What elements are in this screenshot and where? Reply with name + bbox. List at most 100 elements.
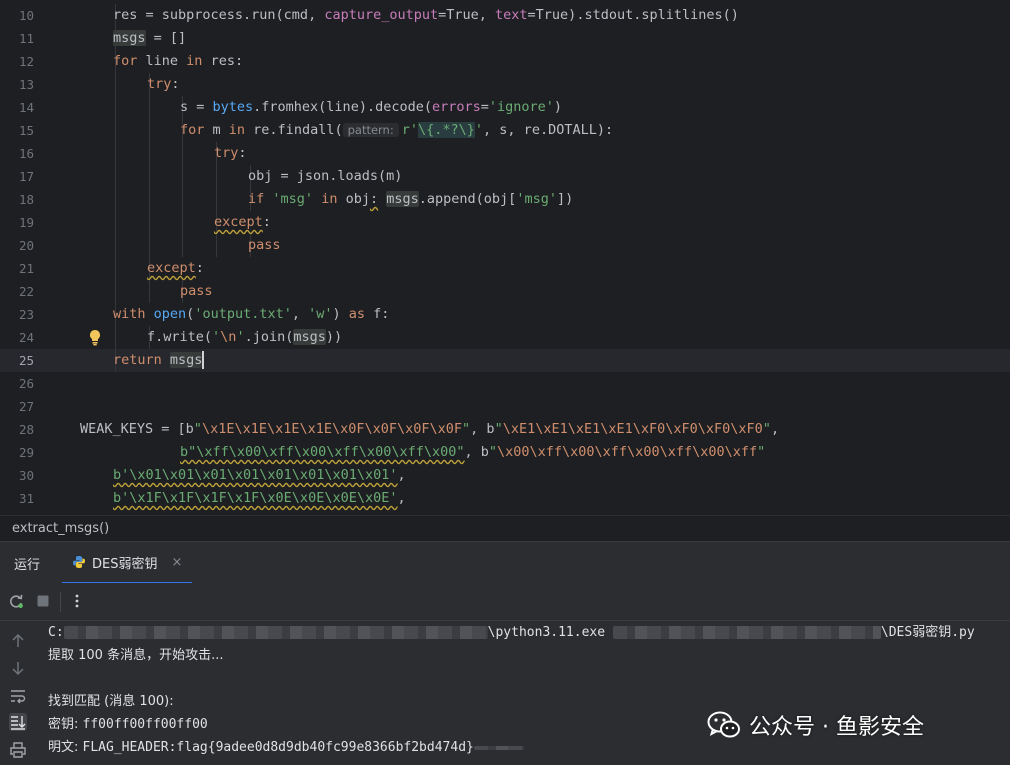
code-line[interactable]: 12 for line in res:: [0, 50, 1010, 73]
indent-guide: [115, 280, 116, 303]
code-token: obj: [337, 191, 370, 207]
code-token: WEAK_KEYS = [b: [80, 421, 194, 437]
line-number: 25: [18, 353, 34, 368]
code-text: if 'msg' in obj: msgs.append(obj['msg']): [248, 188, 573, 211]
code-line[interactable]: 11 msgs = []: [0, 27, 1010, 50]
indent-guide: [115, 73, 116, 96]
soft-wrap-icon[interactable]: [9, 687, 27, 705]
console-line: 找到匹配 (消息 100):: [48, 694, 174, 709]
code-token: 'msg': [516, 191, 557, 207]
code-line[interactable]: 27: [0, 395, 1010, 418]
code-line[interactable]: 15 for m in re.findall(pattern: r'\{.*?\}'…: [0, 119, 1010, 142]
code-line[interactable]: 10 res = subprocess.run(cmd, capture_outp…: [0, 4, 1010, 27]
line-number: 23: [18, 307, 34, 322]
redacted-fragment: [473, 745, 524, 750]
line-number: 20: [18, 238, 34, 253]
code-token: ,: [397, 467, 406, 483]
code-token: ": [757, 444, 766, 460]
code-line[interactable]: 26: [0, 372, 1010, 395]
code-token: \x1E\x1E\x1E\x1E\x0F\x0F\x0F\x0F: [201, 421, 463, 437]
code-line[interactable]: 23 with open('output.txt', 'w') as f:: [0, 303, 1010, 326]
code-token: in: [321, 191, 338, 207]
indent-guide: [115, 257, 116, 280]
line-number: 15: [18, 123, 34, 138]
code-token: f.write(: [147, 329, 213, 345]
indent-guide: [149, 188, 150, 211]
indent-guide: [182, 188, 183, 211]
code-line[interactable]: 25 return msgs: [0, 349, 1010, 372]
code-line[interactable]: 24 f.write('\n'.join(msgs)): [0, 326, 1010, 349]
code-token: , b: [464, 444, 489, 460]
more-options-icon[interactable]: [68, 592, 86, 610]
console-output[interactable]: C: \python3.11.exe \DES弱密钥.py 提取 100 条消息，…: [36, 621, 1010, 765]
indent-guide: [115, 211, 116, 234]
line-number: 17: [18, 169, 34, 184]
code-token: ': [212, 329, 221, 345]
tab-label: DES弱密钥: [92, 556, 158, 572]
code-token: :: [195, 260, 204, 276]
code-line[interactable]: 18 if 'msg' in obj: msgs.append(obj['msg'…: [0, 188, 1010, 211]
code-text: obj = json.loads(m): [248, 165, 402, 188]
line-number: 21: [18, 261, 34, 276]
run-toolbar: [0, 583, 1010, 621]
code-line[interactable]: 14 s = bytes.fromhex(line).decode(errors=…: [0, 96, 1010, 119]
code-line[interactable]: 28 WEAK_KEYS = [b"\x1E\x1E\x1E\x1E\x0F\x0…: [0, 418, 1010, 441]
print-icon[interactable]: [9, 741, 27, 759]
code-text: s = bytes.fromhex(line).decode(errors='i…: [180, 96, 562, 119]
code-line[interactable]: 21 except:: [0, 257, 1010, 280]
lightbulb-icon[interactable]: [88, 329, 102, 346]
code-text: pass: [248, 234, 281, 257]
code-token: ": [494, 421, 503, 437]
rerun-icon[interactable]: [7, 592, 25, 610]
python-icon: [73, 556, 85, 568]
console-line: 明文: FLAG_HEADER:flag{9adee0d8d9db40fc99e…: [48, 737, 524, 759]
code-token: ": [193, 421, 202, 437]
code-line[interactable]: 16 try:: [0, 142, 1010, 165]
code-token: bytes: [212, 99, 254, 115]
code-token: res:: [202, 53, 244, 69]
code-line[interactable]: 13 try:: [0, 73, 1010, 96]
code-line[interactable]: 31 b'\x1F\x1F\x1F\x1F\x0E\x0E\x0E\x0E',: [0, 487, 1010, 510]
code-line[interactable]: 29 b"\xff\x00\xff\x00\xff\x00\xff\x00", b…: [0, 441, 1010, 464]
code-text: with open('output.txt', 'w') as f:: [113, 303, 389, 326]
code-token: .join(: [244, 329, 294, 345]
scroll-to-end-icon[interactable]: [9, 713, 27, 731]
code-token: try: [214, 145, 239, 161]
run-tool-window-header: 运行 DES弱密钥 ×: [0, 541, 1010, 584]
line-number: 28: [18, 422, 34, 437]
code-token: , b: [470, 421, 495, 437]
indent-guide: [149, 119, 150, 142]
redacted-path: [63, 626, 488, 639]
indent-guide: [149, 211, 150, 234]
close-icon[interactable]: ×: [171, 555, 182, 570]
code-token: 'output.txt': [194, 306, 292, 322]
breadcrumb[interactable]: extract_msgs(): [0, 515, 1010, 541]
code-token: b'\x1F\x1F\x1F\x1F\x0E\x0E\x0E\x0E': [113, 490, 398, 506]
code-token: ': [236, 329, 245, 345]
code-token: \{.*?\}: [418, 122, 475, 138]
code-token: for: [180, 122, 205, 138]
code-editor[interactable]: 10 res = subprocess.run(cmd, capture_outp…: [0, 0, 1010, 515]
code-line[interactable]: 17 obj = json.loads(m): [0, 165, 1010, 188]
indent-guide: [115, 165, 116, 188]
tab-run-configuration[interactable]: DES弱密钥 ×: [62, 542, 193, 584]
code-line[interactable]: 22 pass: [0, 280, 1010, 303]
code-token: as: [348, 306, 366, 322]
stop-icon[interactable]: [34, 592, 52, 610]
line-number: 22: [18, 284, 34, 299]
code-token: b"\xff\x00\xff\x00\xff\x00\xff\x00": [180, 444, 465, 460]
console-text: C:: [48, 625, 64, 640]
code-token: ): [332, 306, 349, 322]
indent-guide: [149, 234, 150, 257]
code-text: try:: [147, 73, 180, 96]
console-line: 提取 100 条消息，开始攻击...: [48, 648, 224, 663]
code-line[interactable]: 20 pass: [0, 234, 1010, 257]
code-token: except: [214, 214, 263, 230]
arrow-down-icon[interactable]: [9, 659, 27, 677]
code-line[interactable]: 19 except:: [0, 211, 1010, 234]
arrow-up-icon[interactable]: [9, 632, 27, 650]
code-line[interactable]: 30 b'\x01\x01\x01\x01\x01\x01\x01\x01',: [0, 464, 1010, 487]
watermark: 公众号 · 鱼影安全: [707, 707, 924, 743]
indent-guide: [216, 188, 217, 211]
breadcrumb-function[interactable]: extract_msgs(): [12, 521, 109, 536]
